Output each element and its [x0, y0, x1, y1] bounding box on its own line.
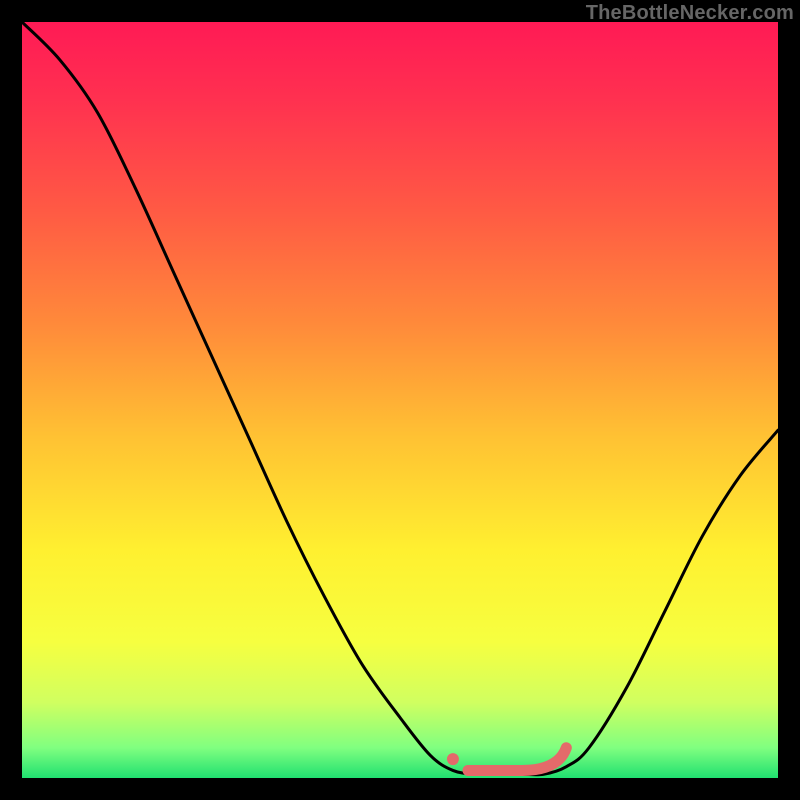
chart-svg — [22, 22, 778, 778]
marker-dot — [447, 753, 459, 765]
watermark-text: TheBottleNecker.com — [586, 2, 794, 25]
gradient-background — [22, 22, 778, 778]
chart-frame — [22, 22, 778, 778]
plot-area — [22, 22, 778, 778]
